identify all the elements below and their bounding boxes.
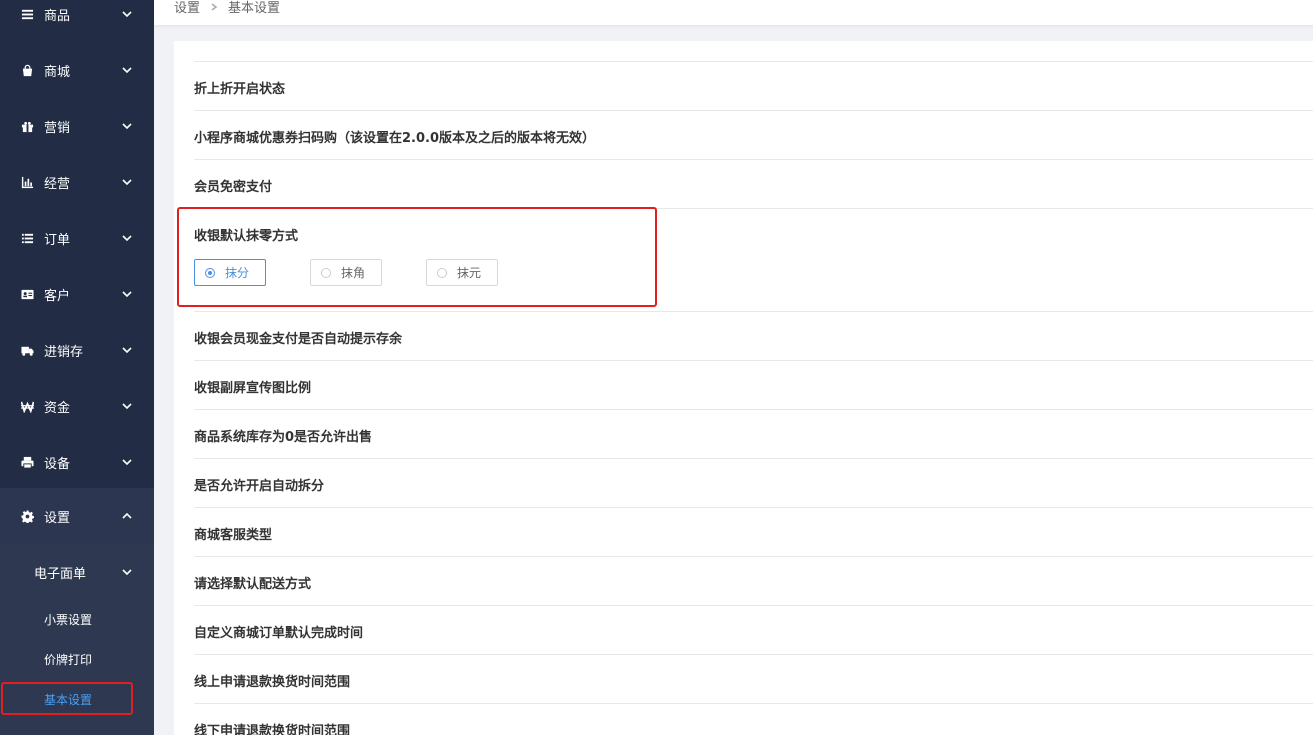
id-card-icon — [20, 287, 34, 301]
settings-row-top-divider — [194, 41, 1313, 62]
gear-icon — [20, 509, 34, 523]
sidebar-item-mall[interactable]: 商城 — [0, 42, 154, 98]
setting-label: 线下申请退款换货时间范围 — [194, 724, 351, 735]
submenu-item-price-tag-print[interactable]: 价牌打印 — [44, 651, 92, 668]
chevron-down-icon — [121, 64, 133, 76]
sidebar-item-products[interactable]: 商品 — [0, 0, 154, 42]
rounding-option-jiao[interactable]: 抹角 — [310, 259, 383, 286]
truck-icon — [20, 343, 34, 357]
chevron-down-icon — [121, 120, 133, 132]
setting-label: 请选择默认配送方式 — [194, 577, 312, 592]
chevron-down-icon — [121, 288, 133, 300]
chevron-down-icon — [121, 8, 133, 20]
sidebar-item-label: 设置 — [44, 510, 71, 526]
sidebar-item-inventory[interactable]: 进销存 — [0, 322, 154, 378]
sidebar-item-settings[interactable]: 设置 — [0, 488, 154, 544]
header-bar: 设置 基本设置 — [154, 0, 1313, 26]
breadcrumb-current: 基本设置 — [228, 1, 281, 16]
radio-unchecked-icon — [437, 267, 448, 278]
radio-label: 抹元 — [457, 266, 482, 280]
list-lines-icon — [20, 231, 34, 245]
breadcrumb: 设置 基本设置 — [174, 0, 280, 16]
sidebar-item-label: 商品 — [44, 8, 71, 24]
setting-label: 小程序商城优惠券扫码购（该设置在2.0.0版本及之后的版本将无效） — [194, 131, 596, 146]
shopping-bag-icon — [20, 63, 34, 77]
setting-label: 会员免密支付 — [194, 180, 273, 195]
sidebar-item-label: 进销存 — [44, 344, 84, 360]
settings-row[interactable]: 商品系统库存为0是否允许出售 — [194, 410, 1313, 459]
setting-label: 收银默认抹零方式 — [194, 229, 299, 244]
sidebar-item-label: 设备 — [44, 456, 71, 472]
setting-label: 是否允许开启自动拆分 — [194, 479, 325, 494]
chevron-down-icon — [121, 176, 133, 188]
setting-label: 折上折开启状态 — [194, 82, 286, 97]
sidebar-item-label: 订单 — [44, 232, 71, 248]
radio-checked-icon — [205, 267, 215, 278]
list-icon — [20, 7, 34, 21]
sidebar-item-label: 资金 — [44, 400, 71, 416]
settings-row[interactable]: 会员免密支付 — [194, 160, 1313, 209]
printer-icon — [20, 455, 34, 469]
chevron-down-icon — [121, 566, 133, 578]
chevron-down-icon — [121, 456, 133, 468]
setting-label: 线上申请退款换货时间范围 — [194, 675, 351, 690]
submenu-group-e-waybill[interactable]: 电子面单 — [0, 544, 154, 600]
rounding-radio-group: 抹分 抹角 抹元 — [194, 259, 542, 286]
sidebar-item-customers[interactable]: 客户 — [0, 266, 154, 322]
chevron-down-icon — [121, 344, 133, 356]
radio-unchecked-icon — [321, 267, 332, 278]
sidebar-item-label: 经营 — [44, 176, 71, 192]
submenu-group-label: 电子面单 — [34, 566, 87, 582]
sidebar: 商品 商城 营销 经营 订单 客户 进销存 资金 设备 设置 电子面单 小票设置… — [0, 0, 154, 735]
chevron-up-icon — [121, 510, 133, 522]
rounding-option-yuan[interactable]: 抹元 — [426, 259, 499, 286]
sidebar-item-operations[interactable]: 经营 — [0, 154, 154, 210]
settings-row[interactable]: 收银会员现金支付是否自动提示存余 — [194, 312, 1313, 361]
sidebar-item-label: 营销 — [44, 120, 71, 136]
setting-label: 收银副屏宣传图比例 — [194, 381, 312, 396]
settings-row[interactable]: 线上申请退款换货时间范围 — [194, 655, 1313, 704]
sidebar-item-label: 客户 — [44, 288, 71, 304]
chevron-down-icon — [121, 232, 133, 244]
setting-label: 收银会员现金支付是否自动提示存余 — [194, 332, 403, 347]
setting-label: 商城客服类型 — [194, 528, 273, 543]
sidebar-item-devices[interactable]: 设备 — [0, 434, 154, 490]
settings-row[interactable]: 小程序商城优惠券扫码购（该设置在2.0.0版本及之后的版本将无效） — [194, 111, 1313, 160]
rounding-option-fen[interactable]: 抹分 — [194, 259, 267, 286]
sidebar-item-funds[interactable]: 资金 — [0, 378, 154, 434]
breadcrumb-root[interactable]: 设置 — [174, 0, 200, 16]
radio-label: 抹分 — [225, 266, 250, 280]
radio-label: 抹角 — [341, 266, 366, 280]
sidebar-item-marketing[interactable]: 营销 — [0, 98, 154, 154]
setting-label: 自定义商城订单默认完成时间 — [194, 626, 364, 641]
gift-icon — [20, 119, 34, 133]
sidebar-item-orders[interactable]: 订单 — [0, 210, 154, 266]
highlight-annotation — [1, 682, 133, 715]
settings-row[interactable]: 折上折开启状态 — [194, 62, 1313, 111]
settings-panel: 折上折开启状态 小程序商城优惠券扫码购（该设置在2.0.0版本及之后的版本将无效… — [174, 41, 1313, 735]
settings-row[interactable]: 自定义商城订单默认完成时间 — [194, 606, 1313, 655]
settings-row[interactable]: 是否允许开启自动拆分 — [194, 459, 1313, 508]
settings-row[interactable]: 请选择默认配送方式 — [194, 557, 1313, 606]
bar-chart-icon — [20, 175, 34, 189]
submenu-item-receipt-settings[interactable]: 小票设置 — [44, 611, 92, 628]
chevron-right-icon — [210, 2, 218, 11]
settings-row[interactable]: 线下申请退款换货时间范围 — [194, 704, 1313, 735]
setting-label: 商品系统库存为0是否允许出售 — [194, 430, 373, 445]
chevron-down-icon — [121, 400, 133, 412]
settings-row[interactable]: 收银副屏宣传图比例 — [194, 361, 1313, 410]
currency-icon — [20, 399, 34, 413]
settings-row[interactable]: 商城客服类型 — [194, 508, 1313, 557]
sidebar-item-label: 商城 — [44, 64, 71, 80]
